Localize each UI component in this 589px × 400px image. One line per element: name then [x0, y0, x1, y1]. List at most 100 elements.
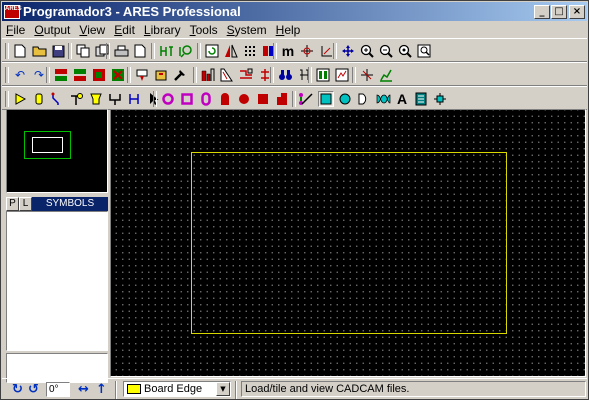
via-mode-icon[interactable] — [69, 91, 85, 107]
metric-toggle-icon[interactable]: m — [280, 43, 296, 59]
zoom-controls — [333, 41, 435, 61]
circle-graphics-icon[interactable] — [337, 91, 353, 107]
menu-edit[interactable]: Edit — [114, 23, 135, 37]
board-edge-outline[interactable] — [191, 152, 507, 334]
print-icon[interactable] — [113, 43, 129, 59]
ratsnest-icon[interactable] — [359, 67, 375, 83]
connectivity-check-icon[interactable] — [315, 67, 331, 83]
overview-window[interactable] — [6, 109, 108, 193]
minimize-button[interactable]: _ — [534, 4, 550, 19]
decompose-icon[interactable] — [172, 67, 188, 83]
maximize-button[interactable]: □ — [551, 4, 567, 19]
layer-selector[interactable]: Board Edge ▼ — [123, 381, 231, 397]
menu-library[interactable]: Library — [144, 23, 181, 37]
zoom-out-icon[interactable] — [378, 43, 394, 59]
save-icon[interactable] — [50, 43, 66, 59]
chevron-down-icon[interactable]: ▼ — [216, 382, 230, 396]
menu-help[interactable]: Help — [276, 23, 301, 37]
smt-pad-icon[interactable] — [236, 91, 252, 107]
menu-view[interactable]: View — [79, 23, 105, 37]
import-section-icon[interactable] — [75, 43, 91, 59]
library-button[interactable]: L — [19, 197, 32, 211]
box-graphics-icon[interactable] — [318, 91, 334, 107]
status-message: Load/tile and view CADCAM files. — [241, 381, 586, 397]
netlist-icon[interactable] — [158, 43, 174, 59]
padstack-icon[interactable] — [274, 91, 290, 107]
zoom-in-icon[interactable] — [359, 43, 375, 59]
round-pad-icon[interactable] — [160, 91, 176, 107]
pick-toolbar — [127, 65, 191, 85]
status-separator — [115, 381, 117, 399]
window-title: Programador3 - ARES Professional — [23, 4, 241, 19]
app-window: ARES Programador3 - ARES Professional _ … — [0, 0, 589, 400]
grid-icon[interactable] — [242, 43, 258, 59]
auto-placer-icon[interactable] — [200, 67, 216, 83]
block-rotate-icon[interactable] — [91, 67, 107, 83]
pad-modes — [153, 89, 312, 109]
rotate-cw-icon[interactable]: ↻ — [12, 382, 23, 397]
netlist-search-icon[interactable] — [177, 43, 193, 59]
path-graphics-icon[interactable] — [375, 91, 391, 107]
false-origin-icon[interactable] — [318, 43, 334, 59]
toolbar-row-1: m — [2, 38, 587, 62]
page-icon[interactable] — [132, 43, 148, 59]
edge-connector-icon[interactable] — [217, 91, 233, 107]
arc-graphics-icon[interactable] — [356, 91, 372, 107]
zoom-toolbar: m — [273, 41, 337, 61]
undo-icon[interactable]: ↶ — [12, 67, 28, 83]
menu-tools[interactable]: Tools — [190, 23, 218, 37]
component-mode-icon[interactable] — [12, 91, 28, 107]
refresh-icon[interactable] — [204, 43, 220, 59]
zone-mode-icon[interactable] — [88, 91, 104, 107]
redo-icon[interactable]: ↷ — [31, 67, 47, 83]
connectivity-mode-icon[interactable] — [126, 91, 142, 107]
pick-button[interactable]: P — [6, 197, 19, 211]
symbol-graphics-icon[interactable] — [413, 91, 429, 107]
pick-parts-icon[interactable] — [134, 67, 150, 83]
rotate-ccw-icon[interactable]: ↺ — [28, 382, 39, 397]
left-panel: P L SYMBOLS — [6, 109, 108, 383]
line-graphics-icon[interactable] — [299, 91, 315, 107]
pcb-editing-canvas[interactable] — [110, 109, 586, 377]
menu-bar: File Output View Edit Library Tools Syst… — [2, 21, 587, 38]
menu-system[interactable]: System — [227, 23, 267, 37]
menu-output[interactable]: Output — [34, 23, 70, 37]
rotation-angle-field[interactable]: 0° — [46, 382, 70, 397]
open-folder-icon[interactable] — [31, 43, 47, 59]
close-button[interactable]: × — [569, 4, 585, 19]
package-mode-icon[interactable] — [31, 91, 47, 107]
mirror-vertical-icon[interactable]: ↑ — [96, 382, 107, 397]
flip-icon[interactable] — [223, 43, 239, 59]
polygon-pad-icon[interactable] — [255, 91, 271, 107]
pan-icon[interactable] — [340, 43, 356, 59]
design-rule-icon[interactable] — [334, 67, 350, 83]
dil-pad-icon[interactable] — [198, 91, 214, 107]
check-toolbar — [308, 65, 353, 85]
ratsnest-mode-icon[interactable] — [107, 91, 123, 107]
zoom-area-icon[interactable] — [416, 43, 432, 59]
ares-app-icon[interactable]: ARES — [4, 4, 22, 19]
zoom-all-icon[interactable] — [397, 43, 413, 59]
text-graphics-icon[interactable]: A — [394, 91, 410, 107]
square-pad-icon[interactable] — [179, 91, 195, 107]
make-package-icon[interactable] — [153, 67, 169, 83]
layer-name: Board Edge — [144, 383, 203, 395]
origin-icon[interactable] — [299, 43, 315, 59]
new-file-icon[interactable] — [12, 43, 28, 59]
view-toolbar — [197, 41, 280, 61]
title-bar[interactable]: ARES Programador3 - ARES Professional _ … — [2, 2, 587, 21]
block-move-icon[interactable] — [72, 67, 88, 83]
tidy-icon[interactable] — [238, 67, 254, 83]
auto-router-icon[interactable] — [219, 67, 235, 83]
mirror-horizontal-icon[interactable]: ↔ — [78, 382, 89, 397]
graphics-modes: A — [292, 89, 451, 109]
menu-file[interactable]: File — [6, 23, 25, 37]
block-delete-icon[interactable] — [110, 67, 126, 83]
track-mode-icon[interactable] — [50, 91, 66, 107]
search-binoculars-icon[interactable] — [277, 67, 293, 83]
status-separator — [235, 381, 237, 399]
block-copy-icon[interactable] — [53, 67, 69, 83]
marker-graphics-icon[interactable] — [432, 91, 448, 107]
symbols-list[interactable] — [6, 211, 108, 351]
statistics-icon[interactable] — [378, 67, 394, 83]
